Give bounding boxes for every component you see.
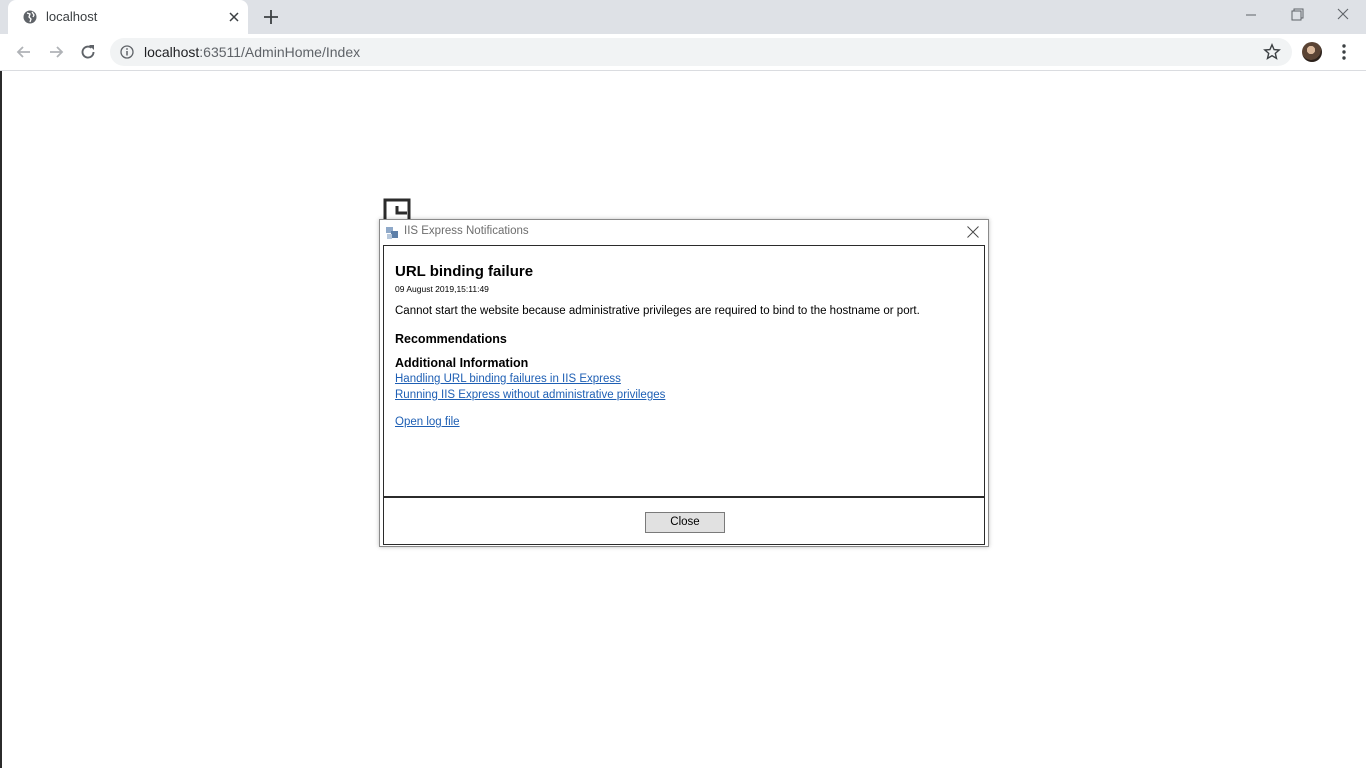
plus-icon[interactable] bbox=[262, 8, 280, 26]
address-bar[interactable]: localhost:63511/AdminHome/Index bbox=[110, 38, 1292, 66]
window-close-icon[interactable] bbox=[1333, 6, 1353, 24]
additional-info-heading: Additional Information bbox=[395, 356, 529, 370]
kebab-icon[interactable] bbox=[1336, 42, 1352, 62]
tab-title: localhost bbox=[46, 9, 98, 24]
iis-express-icon bbox=[386, 227, 398, 239]
arrow-right-icon[interactable] bbox=[46, 42, 66, 62]
info-icon[interactable] bbox=[120, 45, 134, 59]
dialog-titlebar[interactable]: IIS Express Notifications bbox=[380, 220, 988, 245]
dialog-footer: Close bbox=[383, 497, 985, 545]
window-edge bbox=[0, 71, 2, 768]
close-icon[interactable] bbox=[226, 9, 242, 25]
iis-express-dialog: IIS Express Notifications URL binding fa… bbox=[379, 219, 989, 547]
tab-strip: localhost bbox=[0, 0, 1366, 34]
error-heading: URL binding failure bbox=[395, 263, 534, 280]
close-icon[interactable] bbox=[966, 225, 980, 239]
reload-icon[interactable] bbox=[78, 42, 98, 62]
close-button[interactable]: Close bbox=[645, 512, 725, 533]
restore-icon[interactable] bbox=[1287, 6, 1307, 24]
url-text: localhost:63511/AdminHome/Index bbox=[144, 44, 361, 60]
timestamp: 09 August 2019,15:11:49 bbox=[395, 284, 489, 294]
minimize-icon[interactable] bbox=[1241, 6, 1261, 24]
dialog-content: URL binding failure 09 August 2019,15:11… bbox=[383, 245, 985, 498]
recommendations-heading: Recommendations bbox=[395, 332, 507, 346]
link-handling-url-binding[interactable]: Handling URL binding failures in IIS Exp… bbox=[395, 373, 621, 385]
dialog-title: IIS Express Notifications bbox=[404, 225, 529, 237]
link-running-without-admin[interactable]: Running IIS Express without administrati… bbox=[395, 389, 665, 401]
browser-toolbar: localhost:63511/AdminHome/Index bbox=[0, 34, 1366, 71]
globe-icon bbox=[23, 10, 37, 24]
star-icon[interactable] bbox=[1263, 43, 1281, 61]
arrow-left-icon[interactable] bbox=[14, 42, 34, 62]
error-message: Cannot start the website because adminis… bbox=[395, 305, 920, 317]
browser-tab[interactable]: localhost bbox=[8, 0, 248, 34]
profile-avatar[interactable] bbox=[1302, 42, 1322, 62]
open-log-file-link[interactable]: Open log file bbox=[395, 416, 460, 428]
